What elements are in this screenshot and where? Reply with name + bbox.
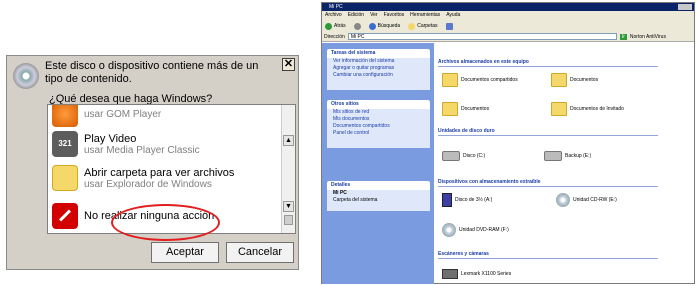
- views-icon[interactable]: [445, 22, 453, 30]
- panel-header[interactable]: Detalles: [327, 181, 430, 190]
- item-floppy-a[interactable]: Disco de 3½ (A:): [442, 193, 492, 207]
- folder-icon: [52, 165, 78, 191]
- cancel-button[interactable]: Cancelar: [226, 242, 294, 263]
- section-stored: Archivos almacenados en este equipo: [438, 59, 658, 67]
- details-type: Carpeta del sistema: [333, 197, 378, 203]
- system-tasks-panel: Tareas del sistema Ver información del s…: [327, 49, 430, 90]
- dialog-header: Este disco o dispositivo contiene más de…: [13, 60, 268, 89]
- other-places-panel: Otros sitios Mis sitios de red Mis docum…: [327, 100, 430, 148]
- accept-button[interactable]: Aceptar: [151, 242, 219, 263]
- option-title: Abrir carpeta para ver archivos: [84, 166, 235, 179]
- folder-icon: [551, 102, 567, 116]
- place-link[interactable]: Documentos compartidos: [327, 123, 430, 130]
- go-button[interactable]: Ir: [619, 33, 627, 40]
- dialog-message: Este disco o dispositivo contiene más de…: [45, 60, 259, 85]
- address-label: Dirección: [324, 33, 345, 40]
- place-link[interactable]: Mis sitios de red: [327, 109, 430, 116]
- section-hdd: Unidades de disco duro: [438, 128, 658, 136]
- scroll-down-icon[interactable]: ▼: [283, 201, 294, 212]
- hard-drive-icon: [544, 151, 562, 161]
- links-label[interactable]: Norton AntiVirus: [630, 34, 666, 40]
- scroll-up-icon[interactable]: ▲: [283, 135, 294, 146]
- section-scanners: Escáneres y cámaras: [438, 251, 658, 259]
- task-link[interactable]: Agregar o quitar programas: [327, 65, 430, 72]
- toolbar: Atrás Búsqueda Carpetas: [322, 20, 694, 32]
- search-icon: [368, 22, 376, 30]
- item-shared-docs[interactable]: Documentos compartidos: [442, 73, 518, 87]
- list-item-open-folder[interactable]: Abrir carpeta para ver archivos usar Exp…: [52, 165, 234, 191]
- task-pane: Tareas del sistema Ver información del s…: [322, 43, 434, 284]
- task-link[interactable]: Ver información del sistema: [327, 58, 430, 65]
- panel-header[interactable]: Tareas del sistema: [327, 49, 430, 58]
- item-documents-2[interactable]: Documentos: [442, 102, 489, 116]
- place-link[interactable]: Mis documentos: [327, 116, 430, 123]
- section-removable: Dispositivos con almacenamiento extraíbl…: [438, 179, 658, 187]
- option-title: Play Video: [84, 132, 137, 145]
- back-button[interactable]: Atrás: [325, 22, 346, 30]
- printer-icon: [442, 269, 458, 279]
- floppy-icon: [442, 193, 452, 207]
- forward-icon[interactable]: [353, 22, 361, 30]
- media-player-classic-icon: 321: [52, 131, 78, 157]
- task-link[interactable]: Cambiar una configuración: [327, 72, 430, 79]
- option-subtitle: usar Media Player Classic: [84, 144, 200, 156]
- menu-item[interactable]: Ayuda: [446, 11, 460, 20]
- menu-item[interactable]: Favoritos: [384, 11, 405, 20]
- item-dvdram-f[interactable]: Unidad DVD-RAM (F:): [442, 223, 509, 237]
- window-title: Mi PC: [329, 4, 343, 10]
- scroll-thumb[interactable]: [284, 215, 293, 225]
- item-documents[interactable]: Documentos: [551, 73, 598, 87]
- content-pane: Archivos almacenados en este equipo Docu…: [436, 43, 694, 284]
- address-bar: Dirección Mi PC Ir Norton AntiVirus: [322, 32, 694, 42]
- menu-item[interactable]: Archivo: [325, 11, 342, 20]
- details-panel: Detalles Mi PC Carpeta del sistema: [327, 181, 430, 211]
- menu-bar: Archivo Edición Ver Favoritos Herramient…: [322, 11, 694, 20]
- dvd-drive-icon: [442, 223, 456, 237]
- menu-item[interactable]: Edición: [348, 11, 364, 20]
- folder-icon: [442, 102, 458, 116]
- highlight-circle: [111, 204, 220, 241]
- search-button[interactable]: Búsqueda: [368, 22, 400, 30]
- folder-icon: [551, 73, 567, 87]
- item-backup-e[interactable]: Backup (E:): [544, 151, 591, 161]
- menu-item[interactable]: Ver: [370, 11, 378, 20]
- item-lexmark[interactable]: Lexmark X1100 Series: [442, 269, 511, 279]
- option-subtitle: usar Explorador de Windows: [84, 178, 212, 190]
- list-item-gom[interactable]: usar GOM Player: [52, 105, 162, 127]
- hard-drive-icon: [442, 151, 460, 161]
- list-item-play-video[interactable]: 321 Play Video usar Media Player Classic: [52, 131, 200, 157]
- item-guest-docs[interactable]: Documentos de Invitado: [551, 102, 624, 116]
- item-cdrw-e[interactable]: Unidad CD-RW (E:): [556, 193, 617, 207]
- address-input[interactable]: Mi PC: [347, 33, 617, 40]
- details-name: Mi PC: [333, 190, 347, 196]
- folder-icon: [442, 73, 458, 87]
- place-link[interactable]: Panel de control: [327, 130, 430, 137]
- screenshot: ✕ Este disco o dispositivo contiene más …: [0, 0, 697, 286]
- disc-icon: [13, 63, 39, 89]
- window-controls[interactable]: [678, 4, 692, 10]
- title-bar: Mi PC: [322, 3, 694, 11]
- item-disk-c[interactable]: Disco (C:): [442, 151, 485, 161]
- folders-icon: [408, 22, 416, 30]
- close-button[interactable]: ✕: [282, 58, 295, 71]
- menu-item[interactable]: Herramientas: [410, 11, 440, 20]
- back-icon: [325, 22, 332, 30]
- folders-button[interactable]: Carpetas: [408, 22, 438, 30]
- stop-icon: [52, 203, 78, 229]
- explorer-window: Mi PC Archivo Edición Ver Favoritos Herr…: [321, 2, 695, 284]
- panel-header[interactable]: Otros sitios: [327, 100, 430, 109]
- gom-player-icon: [52, 105, 78, 127]
- cd-drive-icon: [556, 193, 570, 207]
- list-scrollbar[interactable]: ▲ ▼: [281, 105, 295, 233]
- option-subtitle: usar GOM Player: [84, 108, 162, 120]
